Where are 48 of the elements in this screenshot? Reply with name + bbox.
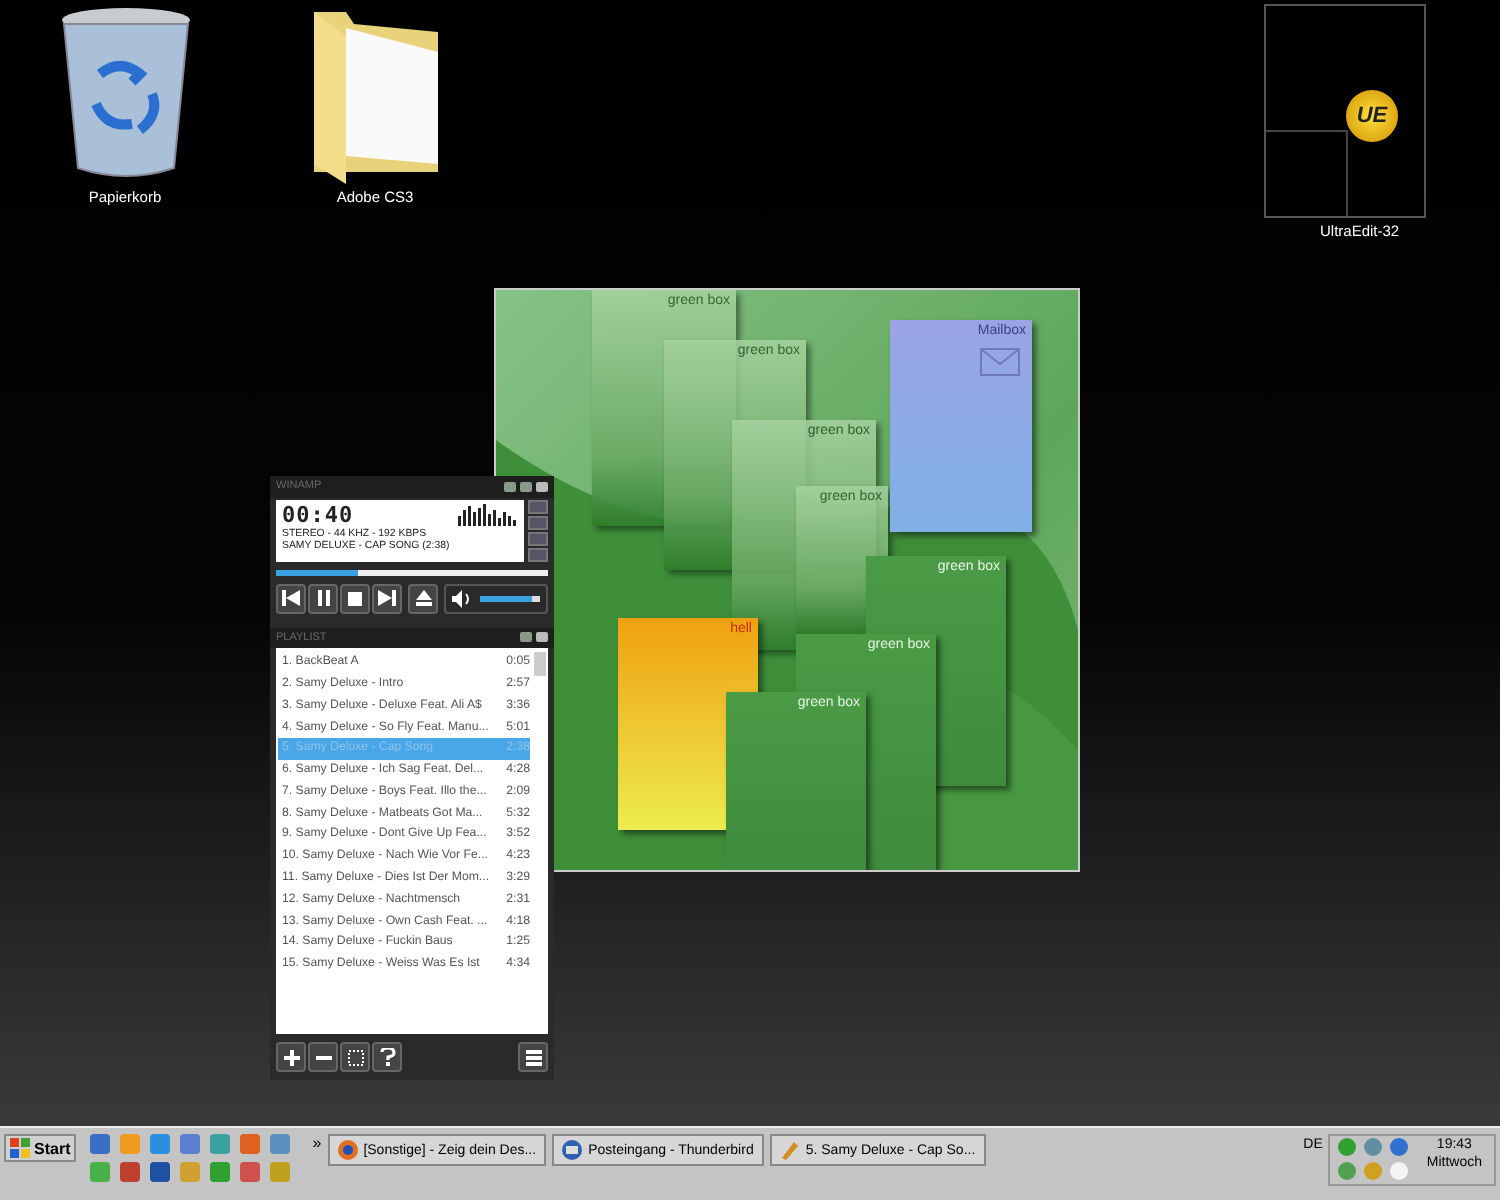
windows-flag-icon: [10, 1138, 30, 1159]
dotted-square-icon: [347, 1049, 363, 1065]
elapsed-time: 00:40: [282, 501, 354, 528]
ultraedit-logo-icon: UE: [1346, 90, 1398, 142]
app-icon[interactable]: [150, 1134, 171, 1155]
more-button[interactable]: »: [312, 1134, 322, 1153]
minimize-button[interactable]: [504, 481, 516, 492]
pause-icon: [315, 590, 331, 606]
menu-icon: [525, 1049, 541, 1065]
select-button[interactable]: [340, 1042, 370, 1072]
thumbnail-frame: [1266, 130, 1348, 216]
spectrum-icon: [458, 503, 518, 526]
collapse-button[interactable]: [520, 481, 532, 492]
ultraedit-preview[interactable]: UE: [1264, 4, 1426, 218]
seek-bar[interactable]: [276, 569, 548, 575]
pause-button[interactable]: [308, 583, 338, 613]
app-icon[interactable]: [150, 1162, 171, 1183]
question-mark-icon: [379, 1048, 395, 1066]
misc-button[interactable]: [372, 1042, 402, 1072]
collapse-button[interactable]: [520, 632, 532, 643]
volume-slider[interactable]: [480, 595, 540, 601]
app-icon[interactable]: [180, 1134, 201, 1155]
app-icon[interactable]: [270, 1134, 291, 1155]
list-menu-button[interactable]: [518, 1042, 548, 1072]
close-button[interactable]: [536, 632, 548, 643]
close-button[interactable]: [536, 481, 548, 492]
speaker-icon: [452, 589, 472, 607]
previous-icon: [282, 590, 300, 606]
stop-icon: [348, 591, 362, 605]
app-icon[interactable]: [240, 1162, 261, 1183]
app-icon[interactable]: [90, 1134, 111, 1155]
next-button[interactable]: [372, 583, 402, 613]
scrollbar-thumb[interactable]: [534, 652, 546, 677]
app-icon[interactable]: [120, 1162, 141, 1183]
app-icon[interactable]: [210, 1162, 231, 1183]
next-icon: [378, 590, 396, 606]
remove-button[interactable]: [308, 1042, 338, 1072]
stop-button[interactable]: [340, 583, 370, 613]
app-icon[interactable]: [240, 1134, 261, 1155]
globe-icon: [337, 1140, 358, 1161]
eject-icon: [415, 590, 431, 606]
plus-icon: [283, 1049, 299, 1065]
previous-button[interactable]: [276, 583, 306, 613]
add-button[interactable]: [276, 1042, 306, 1072]
start-button[interactable]: Start: [4, 1134, 77, 1163]
eject-button[interactable]: [408, 583, 438, 613]
mail-icon: [562, 1140, 583, 1161]
envelope-icon: [980, 348, 1020, 376]
